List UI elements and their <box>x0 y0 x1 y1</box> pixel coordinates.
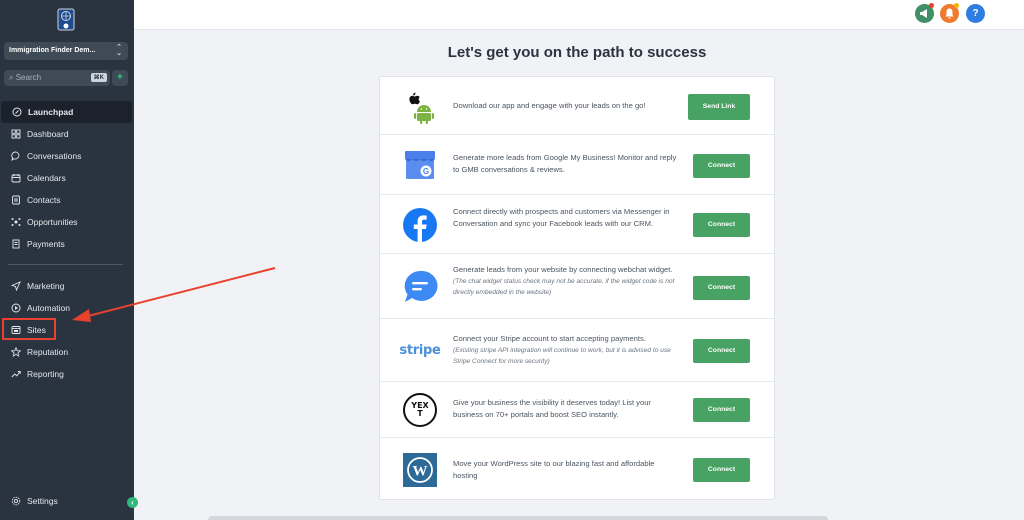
integration-description-main: Connect your Stripe account to start acc… <box>453 334 646 343</box>
wordpress-logo: W <box>402 452 438 488</box>
yext-wordmark: YEXT <box>411 401 429 418</box>
opportunities-icon <box>10 217 21 228</box>
nav-label: Conversations <box>27 151 82 161</box>
sparkle-icon[interactable]: ✦ <box>112 70 128 86</box>
connect-button[interactable]: Connect <box>693 458 750 482</box>
apple-android-logo <box>402 89 438 125</box>
nav-label: Marketing <box>27 281 65 291</box>
payments-icon <box>10 239 21 250</box>
send-icon <box>10 281 21 292</box>
sites-highlight-box <box>2 318 56 340</box>
connect-button[interactable]: Connect <box>693 276 750 300</box>
sidebar: Immigration Finder Dem... ⌃ ⌄ ⌕ Search ⌘K… <box>0 0 134 520</box>
integration-note: (The chat widget status check may not be… <box>453 278 675 296</box>
automation-icon <box>10 303 21 314</box>
svg-text:G: G <box>423 167 429 176</box>
help-label: ? <box>972 8 979 19</box>
integration-note: (Existing stripe API integration will co… <box>453 347 671 365</box>
integration-row-webchat: Generate leads from your website by conn… <box>380 254 774 319</box>
connect-button[interactable]: Connect <box>693 339 750 363</box>
search-placeholder: Search <box>15 73 42 82</box>
nav-item-contacts[interactable]: Contacts <box>0 189 134 211</box>
search-input[interactable]: ⌕ Search ⌘K <box>4 70 110 86</box>
nav-item-dashboard[interactable]: Dashboard <box>0 123 134 145</box>
nav-label: Dashboard <box>27 129 69 139</box>
svg-text:W: W <box>413 464 428 480</box>
page-title: Let's get you on the path to success <box>447 44 707 61</box>
yext-badge: YEXT <box>403 393 437 427</box>
topbar: ? <box>134 0 1024 30</box>
send-link-button[interactable]: Send Link <box>688 94 750 120</box>
nav-item-calendars[interactable]: Calendars <box>0 167 134 189</box>
nav-item-automation[interactable]: Automation <box>0 297 134 319</box>
integration-description: Give your business the visibility it des… <box>453 398 651 419</box>
integration-description: Move your WordPress site to our blazing … <box>453 459 655 480</box>
nav-item-settings[interactable]: Settings <box>0 490 134 512</box>
nav-label: Automation <box>27 303 70 313</box>
notification-dot <box>929 3 934 8</box>
nav-label: Calendars <box>27 173 66 183</box>
connect-button[interactable]: Connect <box>693 213 750 237</box>
integration-row-facebook: Connect directly with prospects and cust… <box>380 195 774 254</box>
integration-description: Download our app and engage with your le… <box>453 101 646 110</box>
webchat-logo <box>402 269 438 305</box>
nav-label: Reputation <box>27 347 69 357</box>
nav-label: Settings <box>27 496 58 506</box>
nav-label: Launchpad <box>28 107 74 117</box>
connect-button[interactable]: Connect <box>693 154 750 178</box>
integration-row-yext: YEXT Give your business the visibility i… <box>380 382 774 438</box>
integration-row-stripe: stripe Connect your Stripe account to st… <box>380 319 774 382</box>
account-name: Immigration Finder Dem... <box>9 47 96 54</box>
calendar-icon <box>10 173 21 184</box>
nav-item-payments[interactable]: Payments <box>0 233 134 255</box>
connect-button[interactable]: Connect <box>693 398 750 422</box>
integration-row-google-my-business: G Generate more leads from Google My Bus… <box>380 135 774 195</box>
gear-icon <box>10 496 21 507</box>
contacts-icon <box>10 195 21 206</box>
bottom-panel-edge <box>208 516 828 520</box>
nav-item-reputation[interactable]: Reputation <box>0 341 134 363</box>
help-icon[interactable]: ? <box>966 4 985 23</box>
company-logo[interactable] <box>57 8 76 32</box>
nav-item-launchpad[interactable]: Launchpad <box>1 101 132 123</box>
trend-icon <box>10 369 21 380</box>
search-shortcut: ⌘K <box>90 73 107 82</box>
chat-icon <box>10 151 21 162</box>
integration-description: Generate more leads from Google My Busin… <box>453 153 677 174</box>
yext-logo: YEXT <box>402 392 438 428</box>
nav-item-marketing[interactable]: Marketing <box>0 275 134 297</box>
nav-item-opportunities[interactable]: Opportunities <box>0 211 134 233</box>
integration-description: Connect your Stripe account to start acc… <box>453 333 681 367</box>
integration-row-mobile-app: Download our app and engage with your le… <box>380 77 774 135</box>
nav-label: Opportunities <box>27 217 78 227</box>
dashboard-icon <box>10 129 21 140</box>
integration-description: Connect directly with prospects and cust… <box>453 207 670 228</box>
nav-item-reporting[interactable]: Reporting <box>0 363 134 385</box>
stripe-logo: stripe <box>399 332 441 368</box>
integration-description: Generate leads from your website by conn… <box>453 264 681 298</box>
bell-badge <box>954 3 959 8</box>
account-switcher[interactable]: Immigration Finder Dem... ⌃ ⌄ <box>4 42 128 60</box>
search-icon: ⌕ <box>9 73 14 82</box>
integration-row-wordpress: W Move your WordPress site to our blazin… <box>380 438 774 499</box>
collapse-sidebar-icon[interactable]: ‹ <box>127 497 138 508</box>
chevron-updown-icon: ⌃ ⌄ <box>116 44 122 57</box>
google-my-business-logo: G <box>402 147 438 183</box>
nav-label: Payments <box>27 239 65 249</box>
nav-item-conversations[interactable]: Conversations <box>0 145 134 167</box>
nav-label: Reporting <box>27 369 64 379</box>
sidebar-divider <box>8 264 123 265</box>
nav-label: Contacts <box>27 195 61 205</box>
stripe-wordmark: stripe <box>399 342 441 358</box>
integration-description-main: Generate leads from your website by conn… <box>453 265 673 274</box>
star-icon <box>10 347 21 358</box>
rocket-icon <box>11 107 22 118</box>
facebook-logo <box>402 207 438 243</box>
integrations-card: Download our app and engage with your le… <box>379 76 775 500</box>
